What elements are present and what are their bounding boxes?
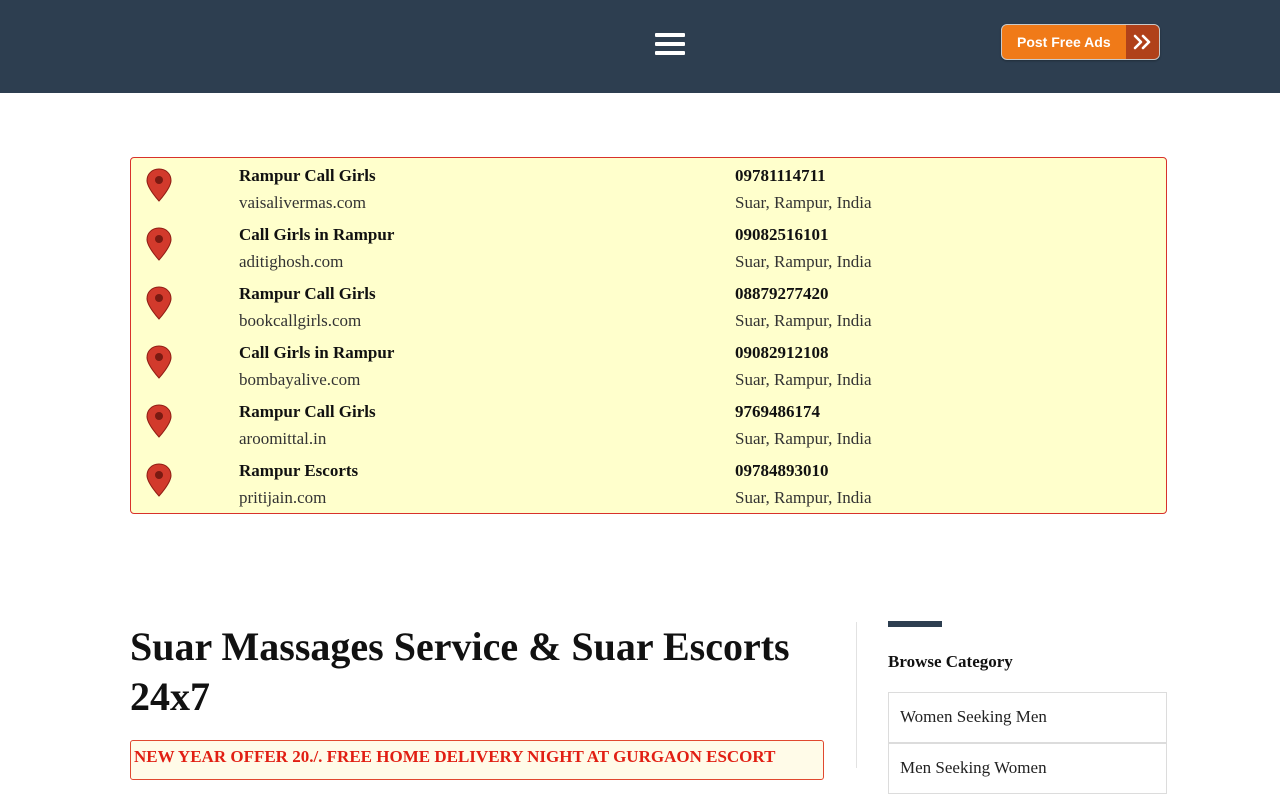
post-free-ads-label: Post Free Ads — [1017, 34, 1111, 50]
listing-location: Suar, Rampur, India — [735, 193, 872, 212]
listing-location: Suar, Rampur, India — [735, 252, 872, 271]
column-divider — [856, 622, 857, 768]
listing-row[interactable]: Rampur Escorts pritijain.com 09784893010… — [131, 455, 1166, 509]
listing-location: Suar, Rampur, India — [735, 488, 872, 507]
map-pin-icon — [146, 345, 172, 379]
listing-row[interactable]: Rampur Call Girls bookcallgirls.com 0887… — [131, 278, 1166, 332]
listing-row[interactable]: Call Girls in Rampur aditighosh.com 0908… — [131, 219, 1166, 273]
listing-phone[interactable]: 08879277420 — [735, 284, 829, 304]
listing-phone[interactable]: 9769486174 — [735, 402, 820, 422]
listing-title[interactable]: Rampur Call Girls — [239, 166, 376, 186]
map-pin-icon — [146, 404, 172, 438]
listing-location: Suar, Rampur, India — [735, 311, 872, 330]
map-pin-icon — [146, 463, 172, 497]
category-item[interactable]: Men Seeking Women — [888, 743, 1167, 794]
listing-location: Suar, Rampur, India — [735, 429, 872, 448]
sidebar-accent-bar — [888, 621, 942, 627]
listing-row[interactable]: Rampur Call Girls aroomittal.in 97694861… — [131, 396, 1166, 450]
listing-title[interactable]: Rampur Call Girls — [239, 402, 376, 422]
listing-phone[interactable]: 09082912108 — [735, 343, 829, 363]
listing-title[interactable]: Rampur Call Girls — [239, 284, 376, 304]
map-pin-icon — [146, 286, 172, 320]
listing-site: pritijain.com — [239, 488, 327, 507]
map-pin-icon — [146, 227, 172, 261]
double-chevron-right-icon — [1126, 25, 1159, 59]
listing-site: aditighosh.com — [239, 252, 344, 271]
listing-phone[interactable]: 09781114711 — [735, 166, 826, 186]
post-free-ads-button[interactable]: Post Free Ads — [1001, 24, 1160, 60]
listing-site: bombayalive.com — [239, 370, 361, 389]
page-title: Suar Massages Service & Suar Escorts 24x… — [130, 624, 790, 719]
listing-row[interactable]: Call Girls in Rampur bombayalive.com 090… — [131, 337, 1166, 391]
listing-location: Suar, Rampur, India — [735, 370, 872, 389]
listing-title[interactable]: Call Girls in Rampur — [239, 225, 394, 245]
listing-title[interactable]: Rampur Escorts — [239, 461, 358, 481]
hamburger-menu-icon[interactable] — [655, 30, 685, 60]
listing-box: Rampur Call Girls vaisalivermas.com 0978… — [130, 157, 1167, 514]
offer-banner: NEW YEAR OFFER 20./. FREE HOME DELIVERY … — [130, 740, 824, 780]
map-pin-icon — [146, 168, 172, 202]
listing-phone[interactable]: 09082516101 — [735, 225, 829, 245]
listing-site: vaisalivermas.com — [239, 193, 366, 212]
listing-site: bookcallgirls.com — [239, 311, 362, 330]
top-navbar: Post Free Ads — [0, 0, 1280, 93]
listing-row[interactable]: Rampur Call Girls vaisalivermas.com 0978… — [131, 160, 1166, 214]
sidebar-heading: Browse Category — [888, 652, 1013, 671]
listing-title[interactable]: Call Girls in Rampur — [239, 343, 394, 363]
category-item[interactable]: Women Seeking Men — [888, 692, 1167, 743]
listing-phone[interactable]: 09784893010 — [735, 461, 829, 481]
listing-site: aroomittal.in — [239, 429, 327, 448]
